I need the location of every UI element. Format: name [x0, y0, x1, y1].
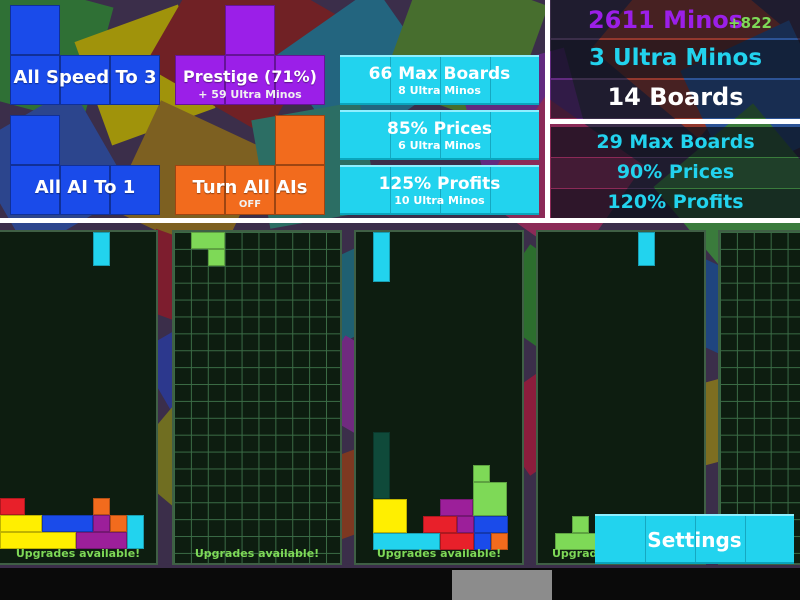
- block: [474, 516, 508, 533]
- ultra-minos-count: 3 Ultra Minos: [588, 45, 763, 71]
- profits-cost: 10 Ultra Minos: [394, 194, 485, 207]
- max-boards-stat: 29 Max Boards: [596, 131, 755, 153]
- block: [423, 516, 457, 533]
- all-ai-button[interactable]: All AI To 1: [10, 115, 160, 215]
- prestige-sub: + 59 Ultra Minos: [198, 88, 302, 101]
- board-2[interactable]: Upgrades available!: [172, 230, 342, 565]
- max-boards-label: 66 Max Boards: [368, 64, 511, 84]
- turn-all-ais-state: OFF: [238, 199, 262, 210]
- block: [10, 5, 60, 55]
- block: [275, 115, 325, 165]
- ghost-piece: [373, 432, 390, 499]
- upgrades-available-text: Upgrades available!: [194, 547, 320, 560]
- frame-divider-vertical: [545, 0, 550, 222]
- max-boards-cost: 8 Ultra Minos: [398, 84, 481, 97]
- upgrades-available-text: Upgrades available!: [376, 547, 502, 560]
- falling-piece: [208, 249, 225, 266]
- block: [457, 516, 474, 533]
- block: [0, 498, 25, 515]
- settings-label: Settings: [647, 528, 742, 552]
- board-3[interactable]: Upgrades available!: [354, 230, 524, 565]
- scrollbar-thumb[interactable]: [452, 570, 552, 600]
- block: [110, 515, 127, 532]
- profits-stat: 120% Profits: [607, 191, 744, 213]
- settings-button[interactable]: Settings: [595, 514, 794, 564]
- frame-divider-stats: [550, 119, 800, 124]
- prestige-label: Prestige (71%): [183, 67, 317, 86]
- turn-all-ais-label: Turn All AIs: [192, 177, 308, 198]
- upgrades-available-text: Upgrades available!: [15, 547, 141, 560]
- block: [10, 115, 60, 165]
- block: [0, 515, 42, 532]
- block: [42, 515, 93, 532]
- minos-gain: +822: [728, 14, 772, 32]
- falling-piece: [191, 232, 225, 249]
- block: [473, 465, 490, 482]
- all-ai-label: All AI To 1: [34, 177, 136, 198]
- prestige-button[interactable]: Prestige (71%) + 59 Ultra Minos: [175, 5, 325, 105]
- profits-button[interactable]: 125% Profits 10 Ultra Minos: [340, 165, 539, 215]
- prices-cost: 6 Ultra Minos: [398, 139, 481, 152]
- prices-stat: 90% Prices: [616, 161, 735, 183]
- board-1[interactable]: Upgrades available!: [0, 230, 158, 565]
- max-boards-button[interactable]: 66 Max Boards 8 Ultra Minos: [340, 55, 539, 105]
- block: [93, 515, 110, 532]
- all-speed-button[interactable]: All Speed To 3: [10, 5, 160, 105]
- frame-divider-horizontal: [0, 218, 800, 223]
- falling-piece: [638, 232, 655, 266]
- boards-count: 14 Boards: [607, 83, 744, 111]
- block: [572, 516, 589, 533]
- all-speed-label: All Speed To 3: [13, 67, 157, 88]
- block: [93, 498, 110, 515]
- block: [440, 499, 473, 516]
- block: [127, 515, 144, 549]
- horizontal-scrollbar[interactable]: [0, 568, 800, 600]
- profits-label: 125% Profits: [378, 174, 501, 194]
- block: [225, 5, 275, 55]
- turn-all-ais-button[interactable]: Turn All AIs OFF: [175, 115, 325, 215]
- block: [473, 482, 507, 516]
- falling-piece: [93, 232, 110, 266]
- prices-button[interactable]: 85% Prices 6 Ultra Minos: [340, 110, 539, 160]
- falling-piece: [373, 232, 390, 282]
- prices-label: 85% Prices: [386, 119, 492, 139]
- block: [373, 499, 407, 533]
